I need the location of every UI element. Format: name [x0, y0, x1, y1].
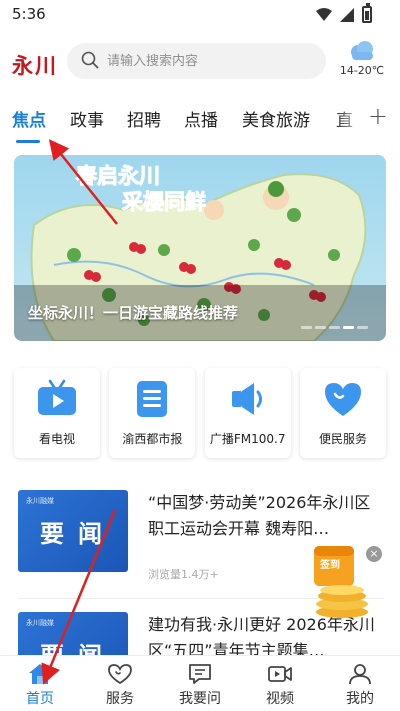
search-icon: [81, 51, 99, 69]
service-convenience-label: 便民服务: [318, 432, 367, 446]
banner-dot[interactable]: [343, 326, 354, 329]
nav-home[interactable]: 首页: [0, 656, 80, 711]
service-convenience[interactable]: 便民服务: [299, 368, 386, 458]
service-radio-label: 广播FM100.7: [209, 432, 286, 446]
search-input[interactable]: [107, 51, 307, 71]
tab-jobs[interactable]: 招聘: [127, 106, 161, 131]
news-title: “中国梦·劳动美”2026年永川区职工运动会开幕 魏寿阳…: [148, 493, 371, 538]
news-views: 浏览量1.4万+: [148, 568, 219, 581]
status-bar: 5:36: [0, 0, 400, 30]
service-newspaper-label: 渝西都市报: [122, 432, 183, 446]
thumbnail-text: 要闻: [40, 519, 116, 548]
profile-icon: [349, 664, 371, 685]
cloud-icon: [351, 41, 373, 60]
nav-home-label: 首页: [26, 691, 54, 707]
service-newspaper[interactable]: 渝西都市报: [109, 368, 196, 458]
service-tv[interactable]: 看电视: [14, 368, 100, 458]
banner-dot[interactable]: [315, 326, 326, 329]
banner-pagination: [301, 326, 368, 329]
service-shortcuts: 看电视 渝西都市报 广播FM100.7 便民服务: [14, 368, 386, 458]
banner-headline-1: 春启永川: [76, 163, 160, 188]
tab-add-button[interactable]: +: [368, 102, 388, 130]
nav-video-label: 视频: [266, 691, 294, 707]
video-icon: [268, 666, 292, 682]
status-time: 5:36: [12, 5, 46, 23]
bottom-navigation: 首页 服务 我要问 视频 我的: [0, 655, 400, 711]
banner-headline-2: 采樱同鲜: [122, 189, 206, 214]
tab-on-demand[interactable]: 点播: [184, 106, 218, 131]
tab-politics[interactable]: 政事: [70, 106, 104, 131]
tab-food-travel[interactable]: 美食旅游: [242, 106, 310, 131]
heart-service-icon: [324, 383, 361, 416]
nav-services[interactable]: 服务: [80, 656, 160, 711]
weather-widget[interactable]: 14-20℃: [338, 40, 386, 77]
tv-icon: [38, 379, 76, 415]
thumbnail-tag: 永川融媒: [26, 619, 54, 627]
signal-icon: [340, 7, 354, 22]
app-logo: 永川: [12, 53, 58, 78]
banner-dot[interactable]: [329, 326, 340, 329]
status-icons: [316, 3, 372, 23]
weather-temperature: 14-20℃: [339, 64, 385, 77]
nav-ask-label: 我要问: [179, 691, 221, 707]
battery-icon: [362, 3, 372, 23]
wifi-icon: [316, 7, 332, 21]
banner-dot[interactable]: [301, 326, 312, 329]
service-tv-label: 看电视: [38, 432, 75, 446]
search-box[interactable]: [67, 43, 326, 79]
thumbnail-tag: 永川融媒: [26, 497, 54, 505]
checkin-label: 签到: [320, 560, 340, 571]
radio-icon: [231, 383, 262, 415]
nav-services-label: 服务: [106, 691, 134, 707]
nav-profile-label: 我的: [346, 691, 374, 707]
news-thumbnail: 永川融媒 要闻: [18, 490, 128, 572]
tab-focus[interactable]: 焦点: [12, 106, 46, 131]
home-icon: [29, 664, 51, 684]
nav-ask[interactable]: 我要问: [160, 656, 240, 711]
newspaper-icon: [137, 381, 168, 417]
banner-caption: 坐标永川！一日游宝藏路线推荐: [28, 304, 239, 322]
checkin-badge[interactable]: 签到 ×: [304, 540, 382, 620]
active-tab-indicator: [16, 140, 40, 143]
banner-carousel[interactable]: 春启永川 采樱同鲜 坐标永川！一日游宝藏路线推荐: [14, 155, 386, 341]
service-heart-icon: [108, 664, 132, 685]
nav-profile[interactable]: 我的: [320, 656, 400, 711]
channel-tabs: 焦点 政事 招聘 点播 美食旅游 直 +: [0, 98, 400, 148]
tab-fade-overlay: [336, 98, 364, 142]
banner-dot[interactable]: [357, 326, 368, 329]
close-icon[interactable]: ×: [366, 546, 382, 562]
nav-video[interactable]: 视频: [240, 656, 320, 711]
chat-icon: [189, 664, 211, 684]
service-radio[interactable]: 广播FM100.7: [204, 368, 291, 458]
header: 永川 14-20℃: [0, 36, 400, 92]
